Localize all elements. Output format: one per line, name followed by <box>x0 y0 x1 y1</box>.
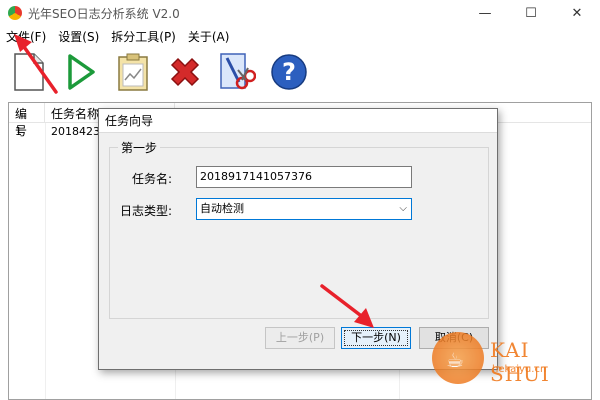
title-bar: 光年SEO日志分析系统 V2.0 — ☐ ✕ <box>0 0 600 26</box>
app-logo-icon <box>8 6 22 20</box>
window-controls: — ☐ ✕ <box>462 0 600 26</box>
prev-step-button[interactable]: 上一步(P) <box>265 327 335 349</box>
watermark: ☕ KAI SHUI hekaiyu.cn <box>432 332 592 394</box>
cell-id: 1 <box>15 125 22 138</box>
svg-text:?: ? <box>282 58 296 86</box>
menu-bar: 文件(F) 设置(S) 拆分工具(P) 关于(A) <box>0 26 600 46</box>
maximize-button[interactable]: ☐ <box>508 0 554 26</box>
help-icon[interactable]: ? <box>268 51 310 93</box>
next-step-button[interactable]: 下一步(N) <box>341 327 411 349</box>
column-header-id[interactable]: 编号 <box>9 103 45 138</box>
new-file-icon[interactable] <box>8 51 50 93</box>
log-type-label: 日志类型: <box>120 204 173 218</box>
play-icon[interactable] <box>60 51 102 93</box>
task-name-label: 任务名: <box>132 172 173 186</box>
delete-icon[interactable] <box>164 51 206 93</box>
chevron-down-icon: ⌵ <box>399 203 407 214</box>
log-type-value: 自动检测 <box>200 202 244 215</box>
window-title: 光年SEO日志分析系统 V2.0 <box>28 6 180 21</box>
coffee-cup-icon: ☕ <box>446 348 464 372</box>
toolbar: ? <box>0 46 600 98</box>
watermark-url: hekaiyu.cn <box>492 364 547 375</box>
task-wizard-dialog: 任务向导 第一步 任务名: 2018917141057376 日志类型: 自动检… <box>98 108 498 370</box>
group-label: 第一步 <box>118 139 161 156</box>
minimize-button[interactable]: — <box>462 0 508 26</box>
menu-file[interactable]: 文件(F) <box>0 28 52 45</box>
dialog-title: 任务向导 <box>99 109 497 133</box>
menu-about[interactable]: 关于(A) <box>182 28 236 45</box>
grid-column-line <box>45 123 46 399</box>
step-group: 第一步 任务名: 2018917141057376 日志类型: 自动检测 ⌵ <box>109 139 489 319</box>
menu-split-tools[interactable]: 拆分工具(P) <box>105 28 182 45</box>
close-button[interactable]: ✕ <box>554 0 600 26</box>
menu-settings[interactable]: 设置(S) <box>52 28 105 45</box>
watermark-brand: KAI SHUI <box>490 338 550 386</box>
split-tool-icon[interactable] <box>216 51 258 93</box>
clipboard-icon[interactable] <box>112 51 154 93</box>
log-type-select[interactable]: 自动检测 ⌵ <box>196 198 412 220</box>
watermark-logo-icon: ☕ <box>432 332 484 384</box>
task-name-input[interactable]: 2018917141057376 <box>196 166 412 188</box>
